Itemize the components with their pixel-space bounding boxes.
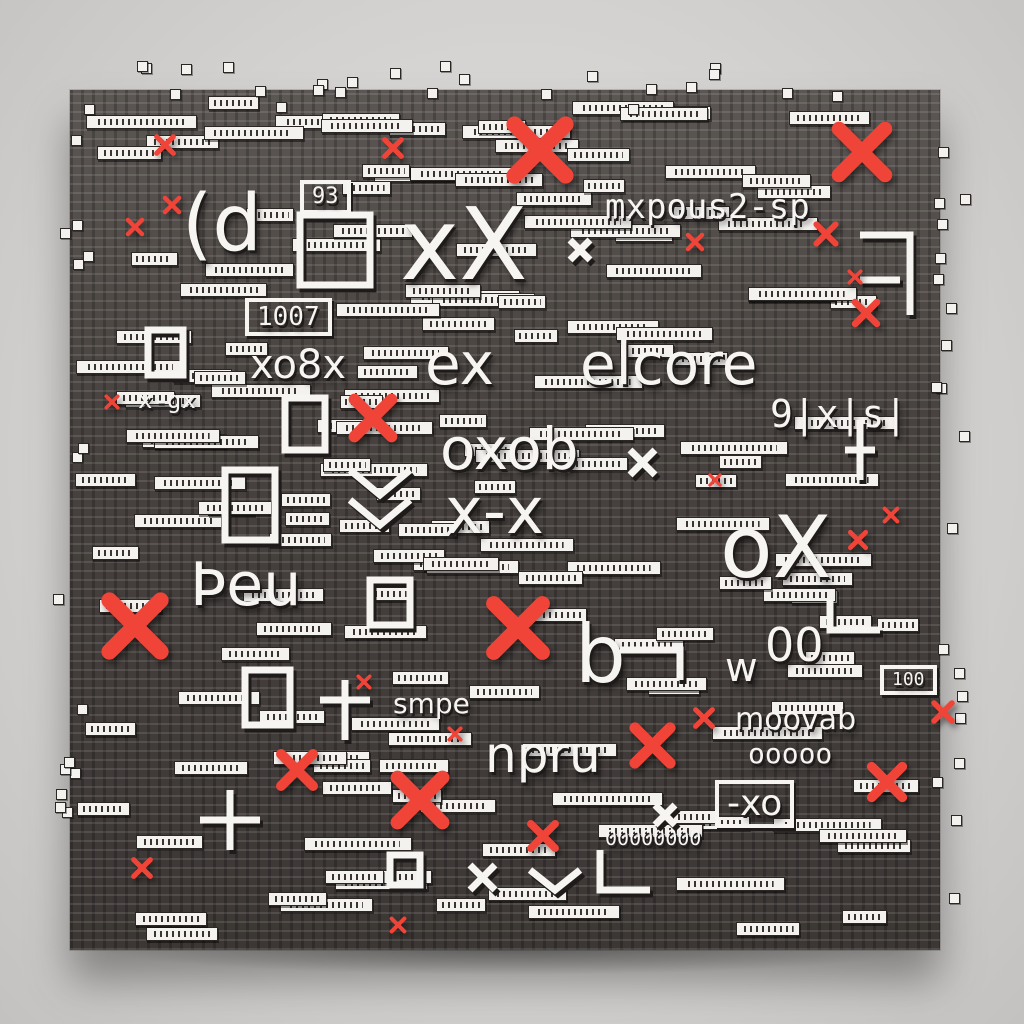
red-x-icon [866,761,908,803]
red-x-icon [813,221,839,247]
red-x-icon [506,116,574,184]
red-x-icon [125,217,145,237]
red-x-icon [447,726,463,742]
red-x-icon [831,121,893,183]
red-x-icon [389,916,407,934]
red-x-icon [348,393,398,443]
red-x-icon [882,506,900,524]
red-x-icon [390,770,450,830]
red-x-icon [131,857,153,879]
red-x-icon [276,749,318,791]
red-x-icon [486,596,550,660]
red-x-icon [154,134,176,156]
red-x-icon [162,195,182,215]
red-x-icon [101,592,169,660]
red-x-icon [931,700,955,724]
red-x-icon [708,473,722,487]
red-x-icon [851,298,881,328]
red-x-icon [527,820,559,852]
red-x-icon [104,394,120,410]
red-x-icon [356,674,372,690]
red-x-icon [847,269,863,285]
red-x-icon [685,232,705,252]
collage-canvas: (d 93 xX mxpous2-sp 1007 xo8x ex elcore … [0,0,1024,1024]
red-x-icon [382,137,404,159]
red-x-icon [628,721,676,769]
red-x-icon [847,529,869,551]
red-x-icon [693,707,715,729]
